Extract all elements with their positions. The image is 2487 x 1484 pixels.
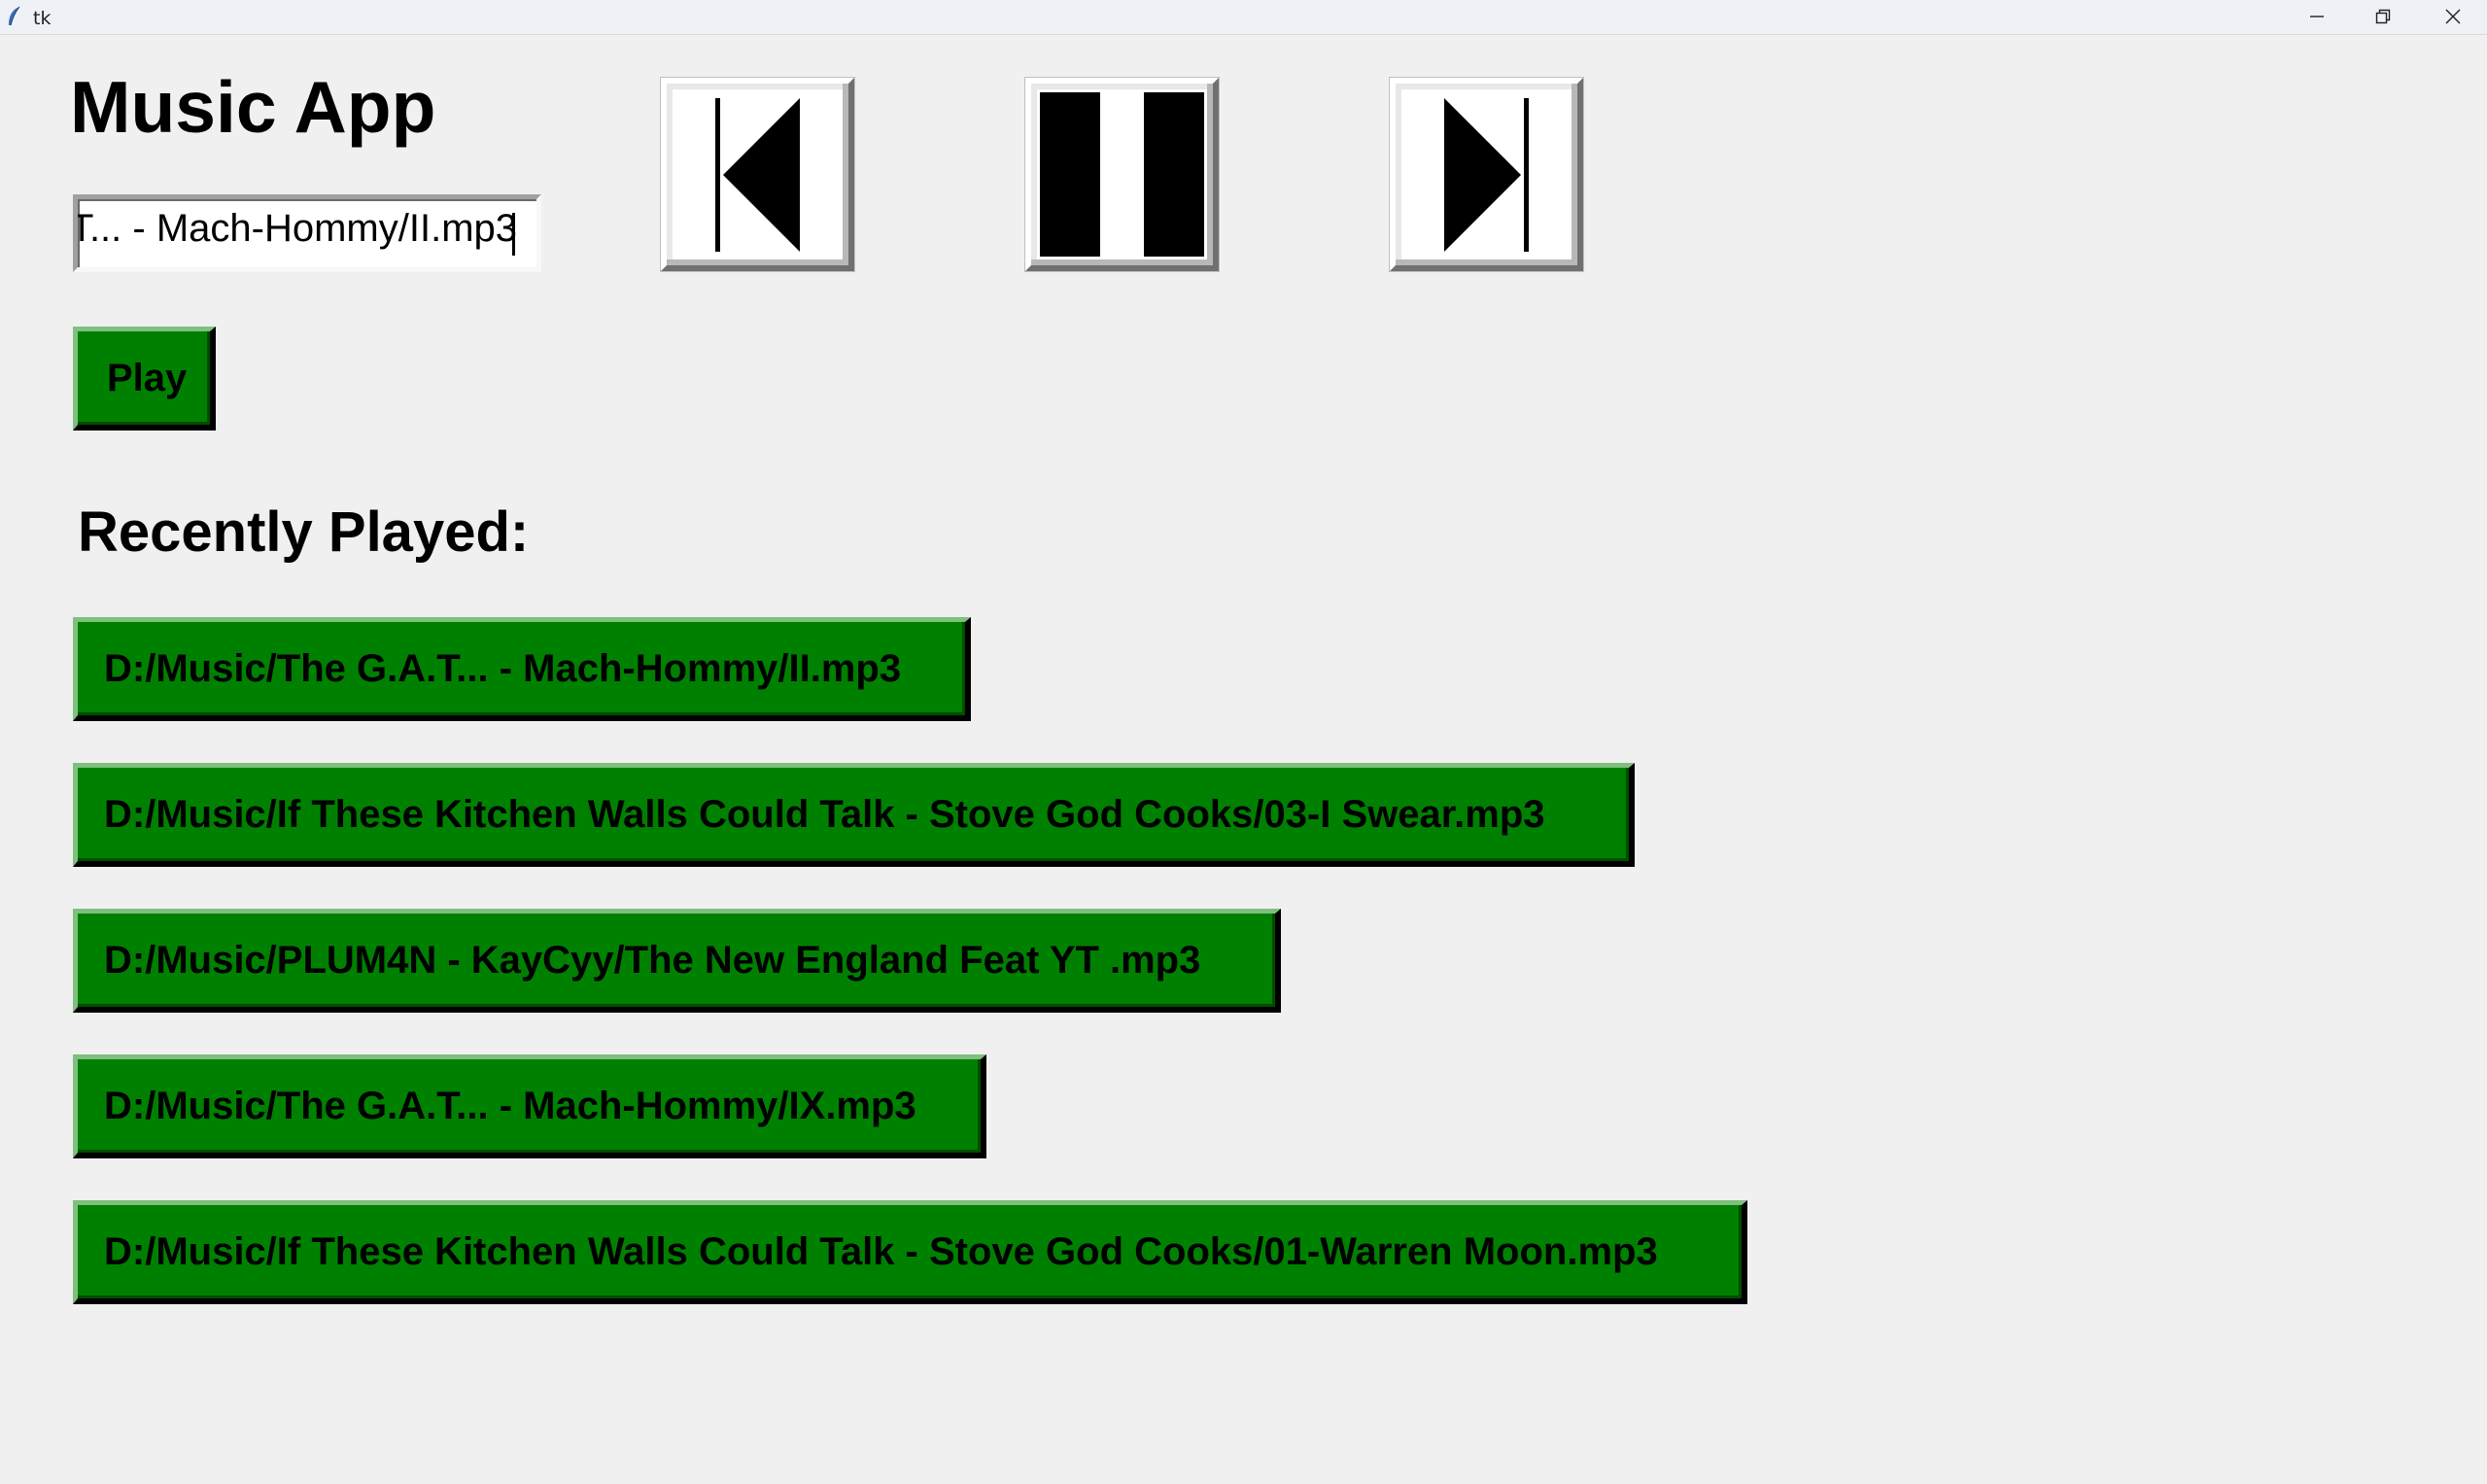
song-path-field[interactable] <box>73 194 541 272</box>
text-caret <box>512 213 515 256</box>
song-path-input[interactable] <box>78 207 517 251</box>
recent-song-button[interactable]: D:/Music/PLUM4N - KayCyy/The New England… <box>73 909 1281 1013</box>
recent-song-button[interactable]: D:/Music/If These Kitchen Walls Could Ta… <box>73 1200 1747 1304</box>
next-track-button[interactable] <box>1390 78 1583 271</box>
minimize-button[interactable] <box>2284 0 2350 33</box>
restore-icon <box>2375 9 2391 24</box>
app-window: Music App Play Recently Played: D:/Music… <box>0 35 2487 1484</box>
skip-next-icon <box>1444 98 1529 252</box>
previous-track-button[interactable] <box>661 78 854 271</box>
pause-icon <box>1040 92 1204 257</box>
recent-song-button[interactable]: D:/Music/The G.A.T... - Mach-Hommy/IX.mp… <box>73 1054 986 1158</box>
restore-button[interactable] <box>2350 0 2416 33</box>
close-button[interactable] <box>2420 0 2486 33</box>
close-icon <box>2445 9 2461 24</box>
recent-song-button[interactable]: D:/Music/If These Kitchen Walls Could Ta… <box>73 763 1635 867</box>
window-title: tk <box>33 8 52 29</box>
minimize-icon <box>2310 16 2324 17</box>
app-title: Music App <box>70 66 436 148</box>
title-bar: tk <box>0 0 2487 35</box>
recent-song-button[interactable]: D:/Music/The G.A.T... - Mach-Hommy/II.mp… <box>73 617 971 721</box>
feather-icon <box>9 6 20 26</box>
recently-played-heading: Recently Played: <box>78 500 530 564</box>
pause-button[interactable] <box>1025 78 1219 271</box>
play-button[interactable]: Play <box>73 327 216 431</box>
skip-previous-icon <box>715 98 800 252</box>
